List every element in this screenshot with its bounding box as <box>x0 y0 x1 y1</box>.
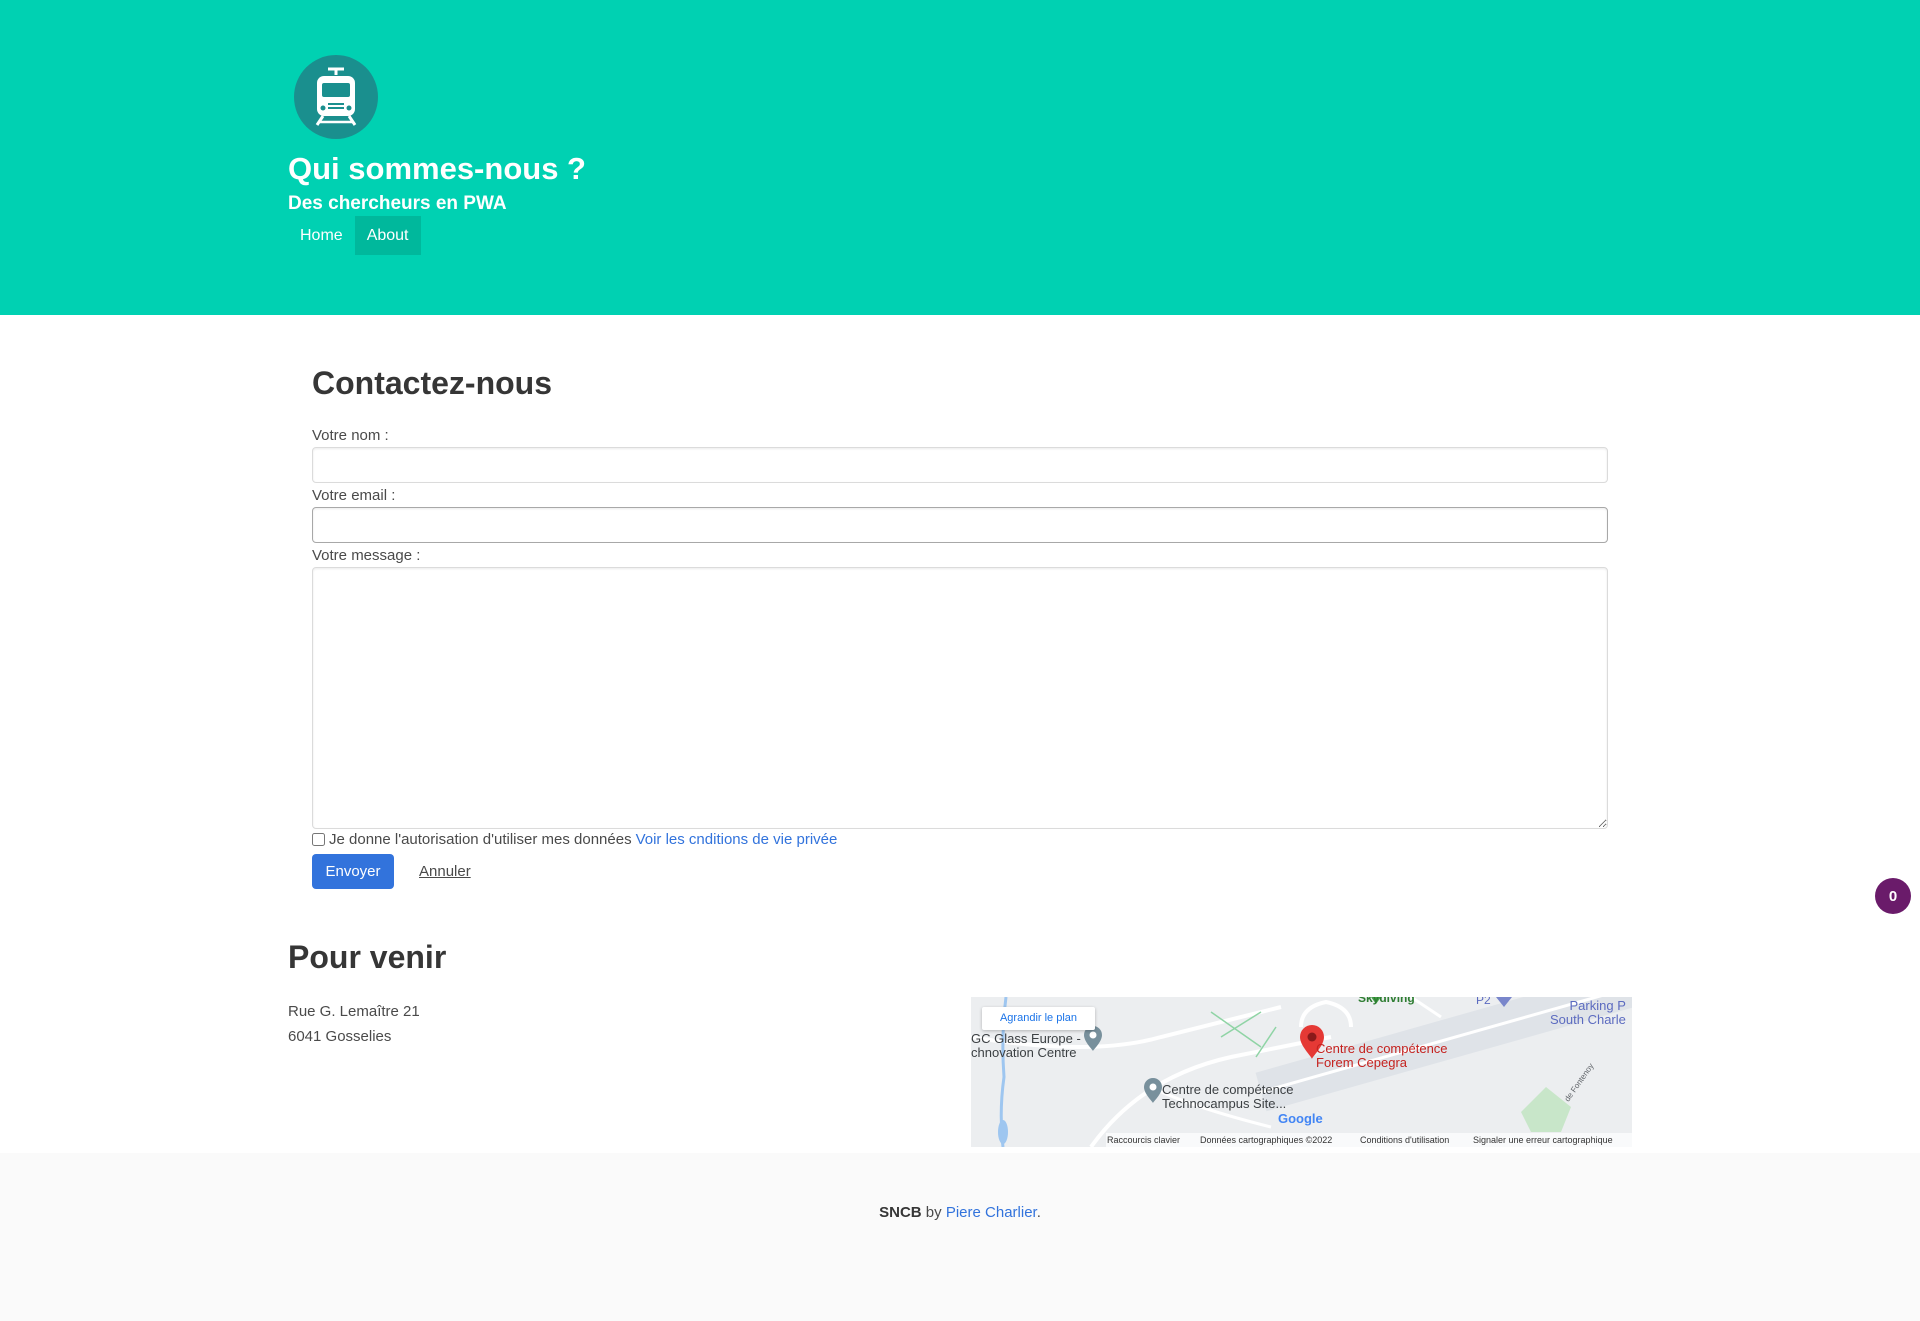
name-label: Votre nom : <box>312 427 389 444</box>
map-place-p2[interactable]: P2 <box>1476 997 1491 1007</box>
contact-title: Contactez-nous <box>312 365 552 401</box>
map-report-link[interactable]: Signaler une erreur cartographique <box>1473 1133 1613 1147</box>
name-input[interactable] <box>312 447 1608 483</box>
map-enlarge-button[interactable]: Agrandir le plan <box>982 1007 1095 1030</box>
send-button[interactable]: Envoyer <box>312 854 394 889</box>
address: Rue G. Lemaître 21 6041 Gosselies <box>288 999 420 1049</box>
train-icon <box>315 67 357 126</box>
map-terms-link[interactable]: Conditions d'utilisation <box>1360 1133 1449 1147</box>
nav-about[interactable]: About <box>354 216 421 255</box>
main-nav: Home About <box>288 216 421 255</box>
directions-title: Pour venir <box>288 939 447 975</box>
footer: SNCB by Piere Charlier. <box>0 1153 1920 1321</box>
message-label: Votre message : <box>312 547 421 564</box>
page-title: Qui sommes-nous ? <box>288 151 586 186</box>
address-city: 6041 Gosselies <box>288 1028 392 1045</box>
nav-home[interactable]: Home <box>288 216 355 255</box>
map-embed[interactable]: Agrandir le plan Centre de compétence Fo… <box>971 997 1632 1147</box>
email-label: Votre email : <box>312 487 396 504</box>
logo <box>294 55 378 139</box>
map-place-line: Centre de compétence <box>1162 1082 1294 1097</box>
map-place-cepegra[interactable]: Centre de compétence Forem Cepegra <box>1316 1042 1448 1070</box>
hero-header: Qui sommes-nous ? Des chercheurs en PWA … <box>0 0 1920 315</box>
footer-author-link[interactable]: Piere Charlier <box>946 1204 1037 1221</box>
consent-label: Je donne l'autorisation d'utiliser mes d… <box>329 831 632 848</box>
google-logo: Google <box>1278 1111 1323 1126</box>
footer-brand: SNCB <box>879 1204 922 1221</box>
message-textarea[interactable] <box>312 567 1608 829</box>
map-place-agc[interactable]: GC Glass Europe - chnovation Centre <box>971 1032 1081 1060</box>
map-place-technocampus[interactable]: Centre de compétence Technocampus Site..… <box>1162 1083 1294 1111</box>
privacy-link[interactable]: Voir les cnditions de vie privée <box>636 831 838 848</box>
map-place-parking[interactable]: Parking P South Charle <box>1550 999 1626 1027</box>
page-subtitle: Des chercheurs en PWA <box>288 193 507 214</box>
map-place-line: Technocampus Site... <box>1162 1096 1287 1111</box>
map-place-line: Centre de compétence <box>1316 1041 1448 1056</box>
map-data-credit: Données cartographiques ©2022 <box>1200 1135 1333 1145</box>
map-place-line: South Charle <box>1550 1012 1626 1027</box>
address-street: Rue G. Lemaître 21 <box>288 1003 420 1020</box>
map-place-line: GC Glass Europe - <box>971 1031 1081 1046</box>
map-place-line: Parking P <box>1569 998 1626 1013</box>
footer-text: SNCB by Piere Charlier. <box>0 1204 1920 1221</box>
consent-row: Je donne l'autorisation d'utiliser mes d… <box>312 831 837 848</box>
cancel-button[interactable]: Annuler <box>407 854 483 889</box>
map-place-line: chnovation Centre <box>971 1045 1077 1060</box>
footer-by: by <box>921 1204 946 1221</box>
consent-checkbox[interactable] <box>312 833 325 846</box>
notification-badge[interactable]: 0 <box>1875 878 1911 914</box>
footer-end: . <box>1036 1204 1041 1221</box>
email-input[interactable] <box>312 507 1608 543</box>
map-place-line: Forem Cepegra <box>1316 1055 1408 1070</box>
map-place-skydiving[interactable]: Skydiving <box>1358 997 1415 1005</box>
map-keyboard-shortcuts[interactable]: Raccourcis clavier <box>1107 1133 1180 1147</box>
